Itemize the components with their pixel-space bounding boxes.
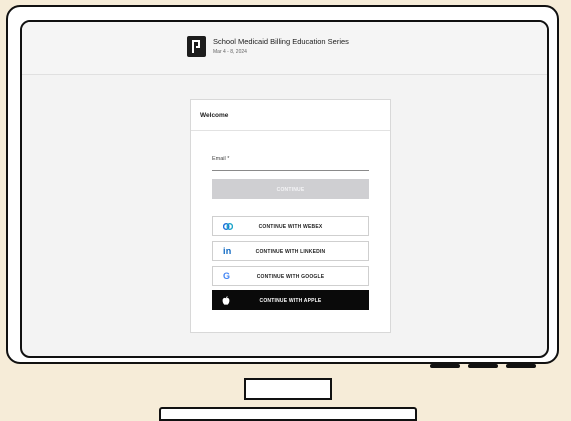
event-date: Mar 4 - 8, 2024 <box>213 49 247 55</box>
email-field[interactable] <box>212 164 369 171</box>
login-card: Welcome Email * CONTINUE CONTINUE WITH W… <box>190 99 391 333</box>
card-title: Welcome <box>200 112 229 119</box>
apple-button-label: CONTINUE WITH APPLE <box>259 298 322 304</box>
google-icon: G <box>223 271 231 281</box>
webex-icon <box>223 217 233 235</box>
apple-icon <box>222 290 230 310</box>
event-title: School Medicaid Billing Education Series <box>213 37 349 46</box>
monitor-stand-neck <box>244 378 332 400</box>
continue-with-linkedin-button[interactable]: in CONTINUE WITH LINKEDIN <box>212 241 369 261</box>
app-header: School Medicaid Billing Education Series… <box>22 22 547 75</box>
monitor-control-button <box>506 364 536 368</box>
google-button-label: CONTINUE WITH GOOGLE <box>256 274 325 280</box>
continue-with-google-button[interactable]: G CONTINUE WITH GOOGLE <box>212 266 369 286</box>
continue-button-label: CONTINUE <box>276 187 305 193</box>
brand-logo-icon <box>187 36 206 57</box>
card-divider <box>191 130 390 131</box>
continue-with-webex-button[interactable]: CONTINUE WITH WEBEX <box>212 216 369 236</box>
monitor-control-button <box>468 364 498 368</box>
continue-with-apple-button[interactable]: CONTINUE WITH APPLE <box>212 290 369 310</box>
continue-button[interactable]: CONTINUE <box>212 179 369 199</box>
monitor-frame: School Medicaid Billing Education Series… <box>6 5 559 364</box>
linkedin-button-label: CONTINUE WITH LINKEDIN <box>255 249 326 255</box>
screen: School Medicaid Billing Education Series… <box>20 20 549 358</box>
monitor-control-button <box>430 364 460 368</box>
webex-button-label: CONTINUE WITH WEBEX <box>258 224 323 230</box>
email-label: Email * <box>212 156 230 162</box>
linkedin-icon: in <box>223 246 232 256</box>
